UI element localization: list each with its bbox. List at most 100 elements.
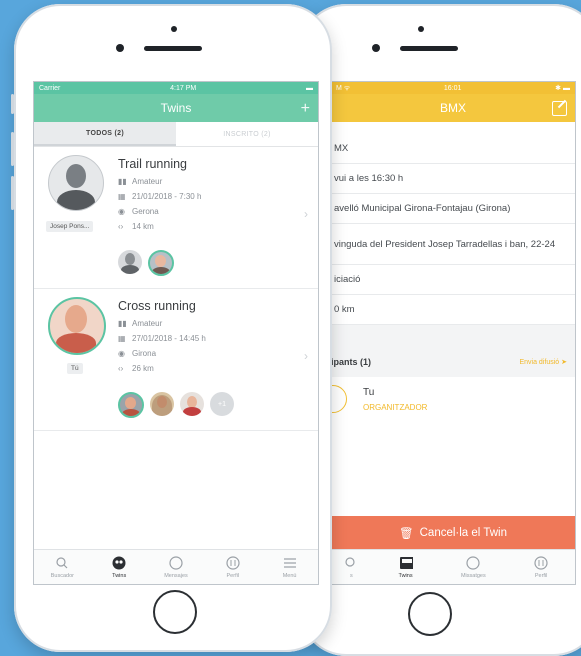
home-button[interactable] <box>408 592 452 636</box>
chat-icon <box>466 555 480 570</box>
event-date-row: ▦ 27/01/2018 - 14:45 h <box>118 334 206 343</box>
organizer-name: Tu <box>363 387 375 398</box>
tab-menu[interactable]: Menú <box>261 550 318 584</box>
tab-search[interactable]: Buscador <box>34 550 91 584</box>
tab-joined[interactable]: INSCRITO (2) <box>176 122 318 146</box>
tab-twins[interactable]: Twins <box>91 550 148 584</box>
tab-bar: s Twins Missatges Perfil <box>331 549 575 584</box>
twins-list-screen: Carrier 4:17 PM ▬ Twins + TODOS (2) INSC… <box>33 81 319 585</box>
detail-sport: MX <box>331 134 575 164</box>
detail-top-spacer <box>331 122 575 134</box>
detail-distance: 0 km <box>331 295 575 325</box>
chevron-right-icon: › <box>304 207 308 221</box>
tab-messages[interactable]: Missatges <box>439 550 507 584</box>
event-card[interactable]: Tú Cross running ▮▮ Amateur ▦ 27/01/2018… <box>34 289 318 431</box>
detail-level: iciació <box>331 265 575 295</box>
trash-icon: 🗑 <box>399 528 414 540</box>
front-camera <box>372 44 380 52</box>
camera-dot <box>418 26 424 32</box>
earpiece-speaker <box>400 46 458 51</box>
event-title: Cross running <box>118 299 196 313</box>
mute-switch <box>11 94 14 114</box>
calendar-icon: ▦ <box>118 334 126 343</box>
profile-icon <box>226 555 240 570</box>
battery-icon: ▬ <box>306 84 313 92</box>
owner-avatar <box>48 155 104 211</box>
front-camera <box>116 44 124 52</box>
bmx-detail-screen: M ᯤ 16:01 ✱ ▬ BMX MX vui a les 16:30 h a… <box>330 81 576 585</box>
event-card[interactable]: Josep Pons... Trail running ▮▮ Amateur ▦… <box>34 147 318 289</box>
cancel-twin-label: Cancel·la el Twin <box>419 527 507 539</box>
cancel-twin-button[interactable]: 🗑 Cancel·la el Twin <box>331 516 575 550</box>
organizer-avatar <box>331 385 347 413</box>
event-level-row: ▮▮ Amateur <box>118 177 163 186</box>
level-bars-icon: ▮▮ <box>118 177 127 186</box>
status-bar: M ᯤ 16:01 ✱ ▬ <box>331 82 575 94</box>
tab-twins[interactable]: Twins <box>372 550 440 584</box>
battery-icon: ✱ ▬ <box>555 85 570 92</box>
event-date-row: ▦ 21/01/2018 - 7:30 h <box>118 192 202 201</box>
owner-name-tag: Josep Pons... <box>46 221 94 232</box>
camera-dot <box>171 26 177 32</box>
globe-icon: ◉ <box>118 207 125 216</box>
tab-messages[interactable]: Mensajes <box>148 550 205 584</box>
nav-title: BMX <box>439 101 466 115</box>
nav-bar: Twins + <box>34 94 318 122</box>
send-icon: ➤ <box>561 359 567 366</box>
earpiece-speaker <box>144 46 202 51</box>
participant-avatar <box>118 392 144 418</box>
profile-icon <box>534 555 548 570</box>
home-button[interactable] <box>153 590 197 634</box>
phone-front: Carrier 4:17 PM ▬ Twins + TODOS (2) INSC… <box>11 4 332 652</box>
event-title: Trail running <box>118 157 188 171</box>
participants-label: ipants (1) <box>331 357 372 367</box>
organizer-role: ORGANITZADOR <box>363 403 428 412</box>
organizer-row[interactable]: Tu ORGANITZADOR <box>331 377 575 437</box>
event-level-row: ▮▮ Amateur <box>118 319 163 328</box>
tab-bar: Buscador Twins Mensajes Perfil Menú <box>34 549 318 584</box>
participants-avatars: +1 <box>118 392 234 418</box>
twins-icon <box>112 556 126 570</box>
more-participants-badge[interactable]: +1 <box>210 392 234 416</box>
owner-name-tag: Tú <box>67 363 83 374</box>
edit-icon[interactable] <box>552 101 567 116</box>
event-location-row: ◉ Girona <box>118 349 157 358</box>
search-icon <box>55 556 69 570</box>
search-icon <box>344 556 358 570</box>
calendar-icon: ▦ <box>118 192 126 201</box>
section-gap <box>331 325 575 347</box>
send-broadcast-link[interactable]: Envia difusió ➤ <box>519 358 567 366</box>
plus-icon[interactable]: + <box>301 100 310 118</box>
participants-avatars <box>118 250 174 276</box>
chevron-right-icon: › <box>304 349 308 363</box>
distance-arrows-icon: ‹› <box>118 222 124 231</box>
participant-avatar <box>150 392 174 416</box>
tab-profile[interactable]: Perfil <box>507 550 575 584</box>
participant-avatar <box>180 392 204 416</box>
owner-avatar <box>48 297 106 355</box>
status-time: 16:01 <box>443 84 462 92</box>
level-bars-icon: ▮▮ <box>118 319 127 328</box>
nav-bar: BMX <box>331 94 575 122</box>
event-location-row: ◉ Gerona <box>118 207 159 216</box>
chat-icon <box>169 555 183 570</box>
distance-arrows-icon: ‹› <box>118 364 124 373</box>
detail-venue[interactable]: avelló Municipal Girona-Fontajau (Girona… <box>331 194 575 224</box>
status-bar: Carrier 4:17 PM ▬ <box>34 82 318 94</box>
menu-icon <box>283 556 297 570</box>
tab-search[interactable]: s <box>331 550 372 584</box>
tab-profile[interactable]: Perfil <box>204 550 261 584</box>
detail-address[interactable]: vinguda del President Josep Tarradellas … <box>331 224 575 265</box>
volume-down-button <box>11 176 14 210</box>
participant-avatar <box>148 250 174 276</box>
filter-segment: TODOS (2) INSCRITO (2) <box>34 122 318 147</box>
event-distance-row: ‹› 14 km <box>118 222 154 231</box>
status-time: 4:17 PM <box>170 84 197 92</box>
nav-title: Twins <box>160 101 192 115</box>
event-details: MX vui a les 16:30 h avelló Municipal Gi… <box>331 122 575 325</box>
signal-icon: M ᯤ <box>336 84 351 92</box>
participants-header: ipants (1) Envia difusió ➤ <box>331 347 575 377</box>
tab-all[interactable]: TODOS (2) <box>34 122 176 146</box>
phone-back: M ᯤ 16:01 ✱ ▬ BMX MX vui a les 16:30 h a… <box>300 4 581 656</box>
twins-icon <box>399 556 413 570</box>
